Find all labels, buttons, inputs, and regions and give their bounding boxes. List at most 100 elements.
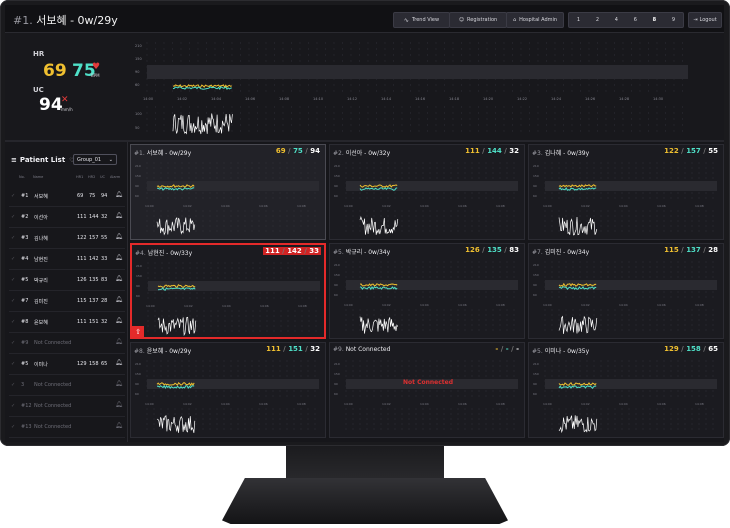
grid-dot <box>195 215 197 217</box>
grid-dot <box>155 124 156 126</box>
grid-dot <box>712 291 714 293</box>
grid-option-2[interactable]: 4 <box>615 17 618 23</box>
patient-row[interactable]: ✓ #5 이미나 129 158 65 🔔︎ <box>9 354 125 375</box>
grid-dot <box>210 310 212 312</box>
patient-row[interactable]: ✓ #2 이선아 111 144 32 🔔︎ <box>9 207 125 228</box>
patient-row[interactable]: ✓ #5 박규리 126 135 83 🔔︎ <box>9 270 125 291</box>
grid-option-4[interactable]: 8 <box>653 17 656 23</box>
grid-dot <box>291 42 292 44</box>
hospital-admin-button[interactable]: ⌂ Hospital Admin <box>506 12 564 28</box>
grid-dot <box>495 60 496 62</box>
grid-dot <box>558 167 560 169</box>
patient-row[interactable]: ✓ #13 Not Connected 🔔︎ <box>9 417 125 438</box>
grid-dot <box>499 423 501 425</box>
patient-row[interactable]: ✓ #9 Not Connected 🔔︎ <box>9 333 125 354</box>
grid-dot <box>352 390 354 392</box>
grid-dot <box>621 162 623 164</box>
grid-dot <box>422 370 424 372</box>
grid-layout-selector[interactable]: 1 2 4 6 8 9 <box>568 12 684 28</box>
alarm-bell-icon[interactable]: 🔔︎ <box>115 233 123 240</box>
grid-dot <box>380 266 382 268</box>
alarm-bell-icon[interactable]: 🔔︎ <box>115 191 123 198</box>
alarm-bell-icon[interactable]: 🔔︎ <box>115 338 123 345</box>
grid-dot <box>705 319 707 321</box>
grid-dot <box>299 90 301 92</box>
grid-dot <box>503 130 505 132</box>
grid-dot <box>471 220 473 222</box>
grid-dot <box>153 390 155 392</box>
monitor-tile[interactable]: #9. Not Connected - / - / -210 150 90 60 14:0… <box>329 342 525 438</box>
patient-row[interactable]: ✓ #3 김나혜 122 157 55 🔔︎ <box>9 228 125 249</box>
grid-dot <box>422 296 424 298</box>
alarm-bell-icon[interactable]: 🔔︎ <box>115 422 123 429</box>
grid-dot <box>457 329 459 331</box>
grid-dot <box>622 118 624 120</box>
grid-dot <box>705 215 707 217</box>
patient-row[interactable]: ✓ #8 윤보혜 111 151 32 🔔︎ <box>9 312 125 333</box>
registration-button[interactable]: ☺ Registration <box>449 12 507 28</box>
monitor-tile[interactable]: #3. 김나혜 - 0w/39y 122 / 157 / 55 210 150 90 60… <box>528 144 724 240</box>
grid-dot <box>593 215 595 217</box>
monitor-tile[interactable]: #5. 이미나 - 0w/35y 129 / 158 / 65 210 150 90 60… <box>528 342 724 438</box>
grid-dot <box>174 375 176 377</box>
alarm-bell-icon[interactable]: 🔔︎ <box>115 359 123 366</box>
monitor-tile[interactable]: #2. 이선아 - 0w/32y 111 / 144 / 32 210 150 90 60… <box>329 144 525 240</box>
trend-view-button[interactable]: ∿ Trend View <box>393 12 450 28</box>
patient-row[interactable]: ✓ #4 남현진 111 142 33 🔔︎ <box>9 249 125 270</box>
monitor-tile[interactable]: #8. 윤보혜 - 0w/29y 111 / 151 / 32 210 150 90 60… <box>130 342 326 438</box>
grid-dot <box>492 413 494 415</box>
alarm-bell-icon[interactable]: 🔔︎ <box>115 296 123 303</box>
patient-row[interactable]: ✓ #12 Not Connected 🔔︎ <box>9 396 125 417</box>
grid-dot <box>175 277 177 279</box>
alarm-bell-icon[interactable]: 🔔︎ <box>115 254 123 261</box>
grid-option-3[interactable]: 6 <box>634 17 637 23</box>
grid-dot <box>307 360 309 362</box>
grid-dot <box>224 272 226 274</box>
monitor-tile[interactable]: #4. 남현진 - 0w/33y 111 / 142 / 33 210 150 90 60… <box>130 243 326 339</box>
grid-dot <box>443 319 445 321</box>
patient-row[interactable]: ✓ #1 서보혜 69 75 94 🔔︎ <box>9 186 125 207</box>
grid-dot <box>565 167 567 169</box>
grid-option-5[interactable]: 9 <box>672 17 675 23</box>
check-icon: ✓ <box>11 277 16 283</box>
grid-dot <box>408 324 410 326</box>
grid-dot <box>457 225 459 227</box>
monitor-tile[interactable]: #5. 박규리 - 0w/34y 126 / 135 / 83 210 150 90 60… <box>329 243 525 339</box>
grid-option-0[interactable]: 1 <box>577 17 580 23</box>
monitor-tile[interactable]: #7. 김미진 - 0w/34y 115 / 137 / 28 210 150 90 60… <box>528 243 724 339</box>
alarm-bell-icon[interactable]: 🔔︎ <box>115 401 123 408</box>
grid-dot <box>471 192 473 194</box>
patient-row[interactable]: ✓ #7 김미진 115 137 28 🔔︎ <box>9 291 125 312</box>
grid-option-1[interactable]: 2 <box>596 17 599 23</box>
grid-dot <box>387 309 389 311</box>
patient-row[interactable]: ✓ 3 Not Connected 🔔︎ <box>9 375 125 396</box>
grid-dot <box>359 192 361 194</box>
grid-dot <box>273 330 275 332</box>
monitor-tile[interactable]: #1. 서보혜 - 0w/29y 69 / 75 / 94 210 150 90 60 14… <box>130 144 326 240</box>
alarm-bell-icon[interactable]: 🔔︎ <box>115 380 123 387</box>
alarm-bell-icon[interactable]: 🔔︎ <box>115 317 123 324</box>
tile-vitals: 69 / 75 / 94 <box>274 147 322 155</box>
grid-dot <box>563 60 564 62</box>
grid-dot <box>572 261 574 263</box>
grid-dot <box>558 266 560 268</box>
grid-dot <box>231 320 233 322</box>
grid-dot <box>394 261 396 263</box>
grid-dot <box>565 296 567 298</box>
grid-dot <box>244 177 246 179</box>
grid-dot <box>663 197 665 199</box>
grid-dot <box>565 370 567 372</box>
patient-hr1: 129 <box>77 361 87 367</box>
grid-dot <box>464 408 466 410</box>
alarm-bell-icon[interactable]: 🔔︎ <box>115 212 123 219</box>
grid-dot <box>352 324 354 326</box>
grid-dot <box>223 118 224 120</box>
logout-button[interactable]: ⇥ Logout <box>688 12 722 28</box>
grid-dot <box>607 276 609 278</box>
grid-dot <box>342 118 343 120</box>
group-select[interactable]: Group_01 ⌄ <box>73 154 117 165</box>
grid-dot <box>258 395 260 397</box>
alarm-bell-icon[interactable]: 🔔︎ <box>115 275 123 282</box>
alarm-icon[interactable]: ⇧ <box>132 326 144 337</box>
grid-dot <box>429 329 431 331</box>
